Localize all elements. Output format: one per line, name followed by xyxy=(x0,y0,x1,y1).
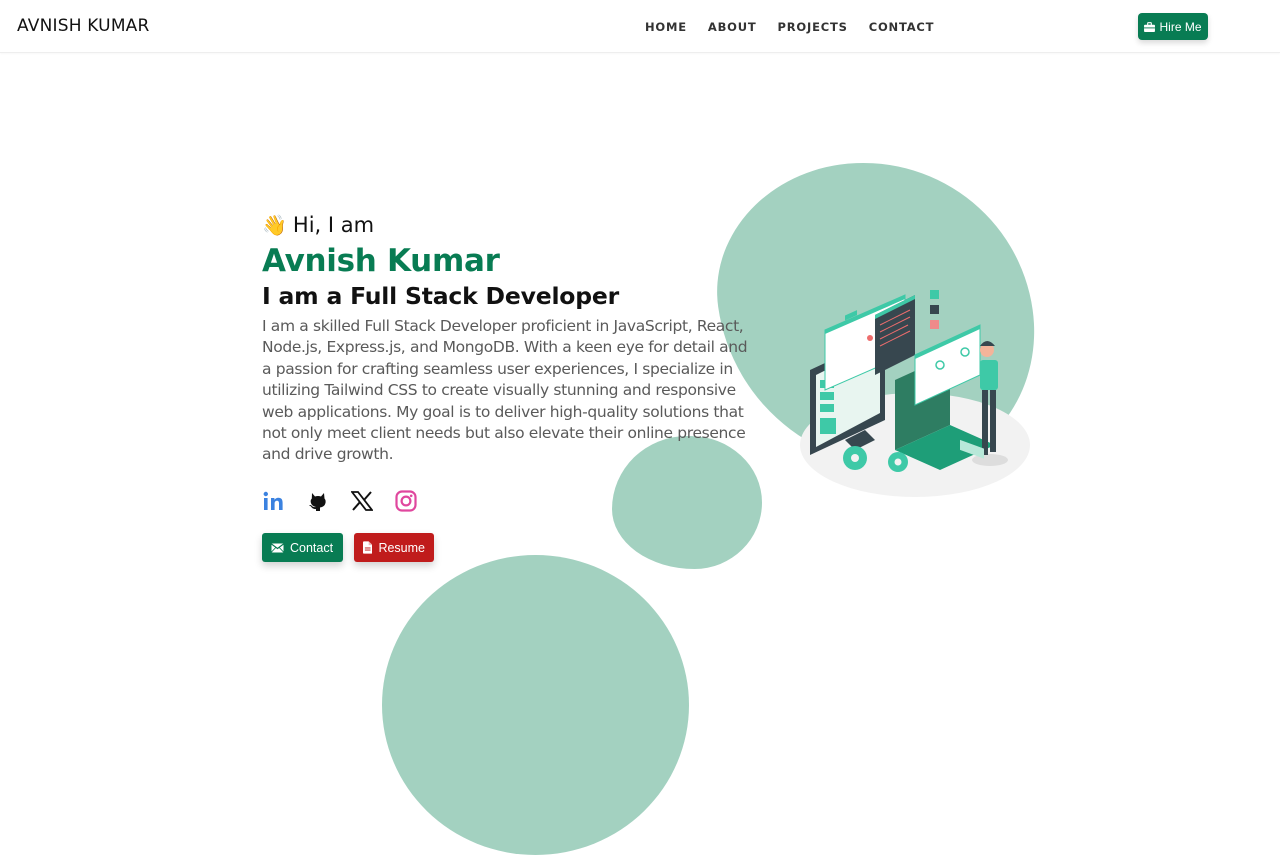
nav-link-contact[interactable]: CONTACT xyxy=(869,20,935,34)
document-icon xyxy=(363,541,373,554)
instagram-icon xyxy=(395,490,417,512)
hero-role: I am a Full Stack Developer xyxy=(262,282,620,310)
nav-link-projects[interactable]: PROJECTS xyxy=(778,20,848,34)
greeting-text: Hi, I am xyxy=(292,213,375,237)
instagram-link[interactable] xyxy=(394,486,418,516)
github-icon xyxy=(309,493,326,511)
hero-bio: I am a skilled Full Stack Developer prof… xyxy=(262,317,748,464)
developer-illustration xyxy=(800,290,1030,497)
greeting: 👋 Hi, I am xyxy=(262,210,762,240)
hire-me-label: Hire Me xyxy=(1159,19,1202,34)
x-badge xyxy=(930,320,939,329)
briefcase-icon xyxy=(1144,21,1156,32)
nav-link-home[interactable]: HOME xyxy=(645,20,687,34)
resume-label: Resume xyxy=(378,540,425,555)
hire-me-button[interactable]: Hire Me xyxy=(1138,13,1208,40)
contact-button[interactable]: Contact xyxy=(262,533,343,562)
brand-logo[interactable]: AVNISH KUMAR xyxy=(17,16,150,36)
dark-badge xyxy=(930,305,939,314)
github-link[interactable] xyxy=(306,486,330,516)
navbar: AVNISH KUMAR HOME ABOUT PROJECTS CONTACT… xyxy=(0,0,1280,53)
hero-actions: Contact Resume xyxy=(262,533,434,562)
check-badge xyxy=(930,290,939,299)
waving-hand-icon: 👋 xyxy=(262,213,287,237)
hero-name: Avnish Kumar xyxy=(262,243,500,279)
nav-links: HOME ABOUT PROJECTS CONTACT xyxy=(645,20,955,34)
social-links xyxy=(262,486,418,516)
contact-label: Contact xyxy=(290,540,334,555)
x-icon xyxy=(351,491,373,511)
decorative-blob-bottom xyxy=(382,555,689,855)
hero-section: 👋 Hi, I am Avnish Kumar I am a Full Stac… xyxy=(262,210,762,466)
linkedin-icon xyxy=(263,491,283,510)
linkedin-link[interactable] xyxy=(262,486,286,516)
nav-link-about[interactable]: ABOUT xyxy=(708,20,757,34)
mail-icon xyxy=(271,543,284,552)
x-link[interactable] xyxy=(350,486,374,516)
resume-button[interactable]: Resume xyxy=(354,533,434,562)
